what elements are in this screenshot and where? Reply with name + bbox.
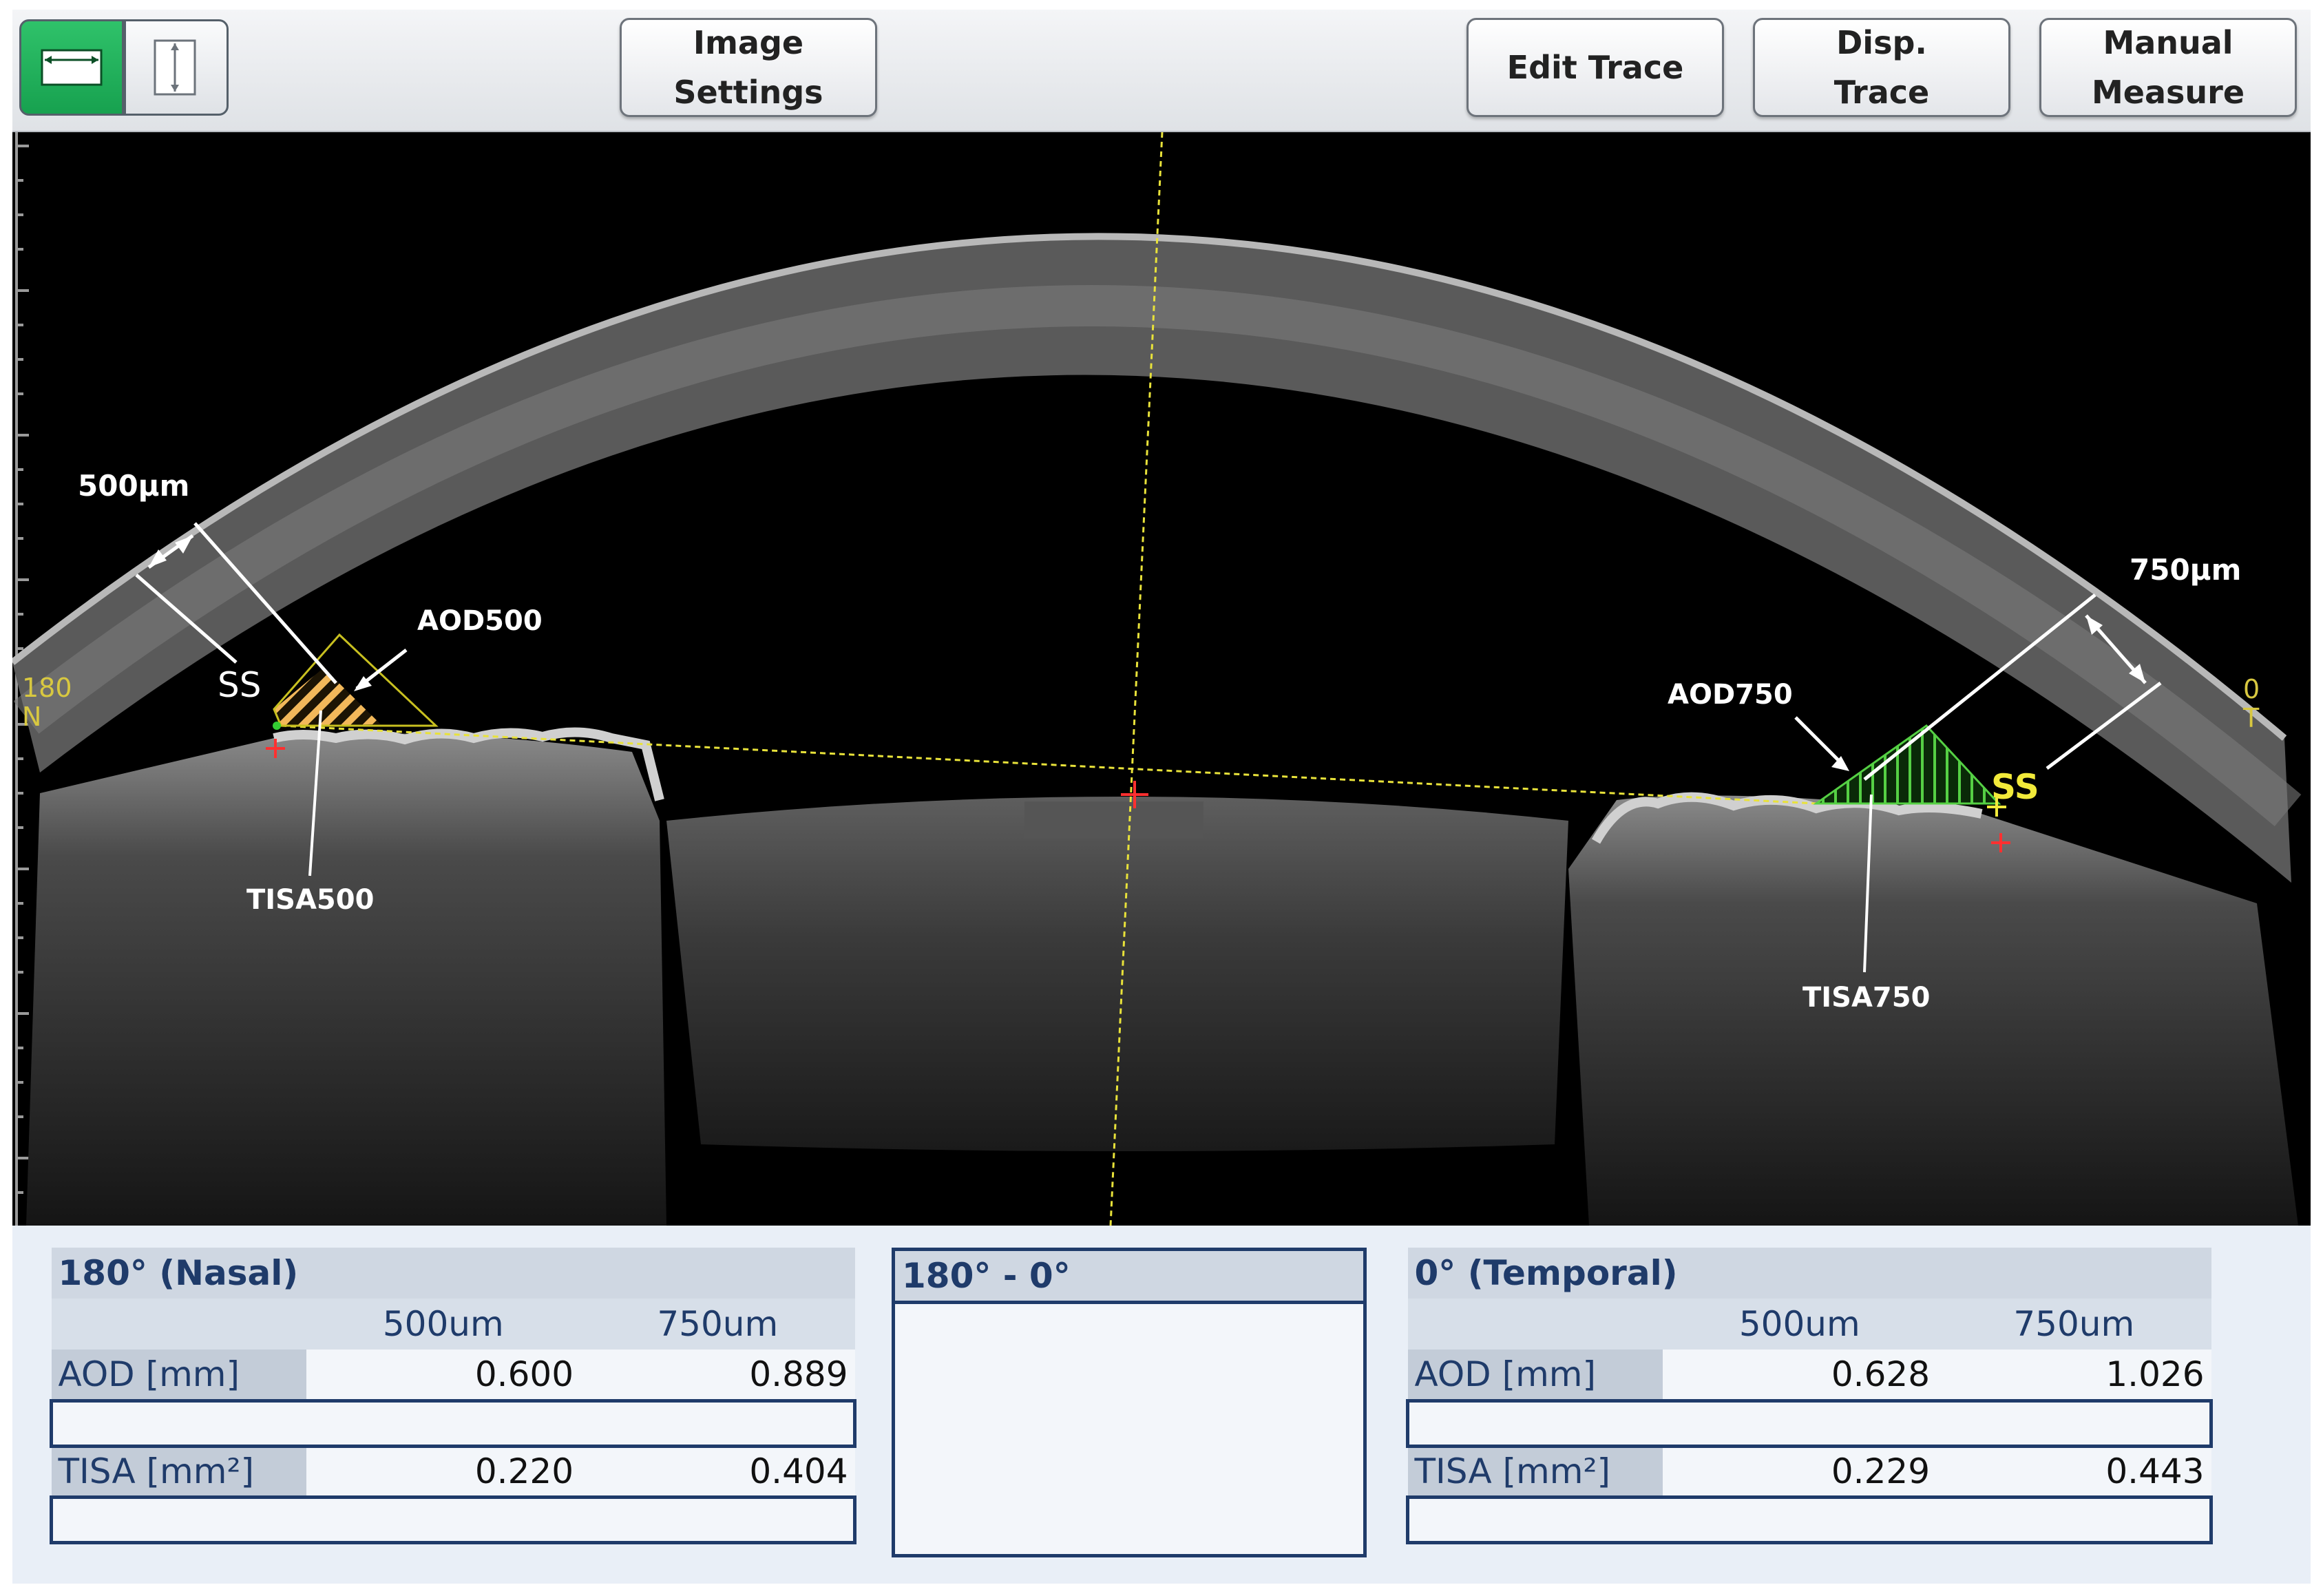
label-750um: 750µm	[2130, 553, 2241, 587]
oct-scan-image: 500µm 750µm AOD500 AOD750 TISA500 TISA75…	[12, 132, 2302, 1226]
temporal-col-750: 750um	[1937, 1299, 2211, 1350]
lens-center-marker	[1024, 801, 1203, 839]
toolbar: Image Settings Edit Trace Disp. Trace Ma…	[12, 10, 2311, 132]
vertical-view-toggle[interactable]	[124, 19, 229, 116]
temporal-col-500: 500um	[1662, 1299, 1937, 1350]
temporal-aod-blank-row	[1406, 1398, 2213, 1448]
temporal-tisa-750: 0.443	[1937, 1446, 2211, 1497]
image-settings-button[interactable]: Image Settings	[620, 18, 877, 117]
temporal-measurements-table: 0° (Temporal) 500um 750um AOD [mm] 0.628…	[1406, 1248, 2213, 1544]
nasal-measurements-table: 180° (Nasal) 500um 750um AOD [mm] 0.600 …	[50, 1248, 856, 1544]
nasal-corner	[51, 1299, 306, 1350]
horizontal-view-toggle[interactable]	[19, 19, 124, 116]
label-angle-temporal: 0	[2243, 674, 2260, 704]
label-aod500: AOD500	[417, 605, 543, 637]
temporal-aod-label: AOD [mm]	[1407, 1350, 1663, 1400]
nasal-aod-500: 0.600	[306, 1350, 580, 1400]
label-aod750: AOD750	[1668, 679, 1793, 711]
temporal-title: 0° (Temporal)	[1407, 1248, 2211, 1299]
nasal-title: 180° (Nasal)	[51, 1248, 855, 1299]
temporal-tisa-blank-row	[1406, 1495, 2213, 1544]
nasal-tisa-label: TISA [mm²]	[51, 1446, 306, 1497]
horizontal-caliper-icon	[41, 49, 103, 86]
nasal-tisa-blank-row	[50, 1495, 856, 1544]
nasal-aod-blank-row	[50, 1398, 856, 1448]
iris-temporal	[1568, 795, 2298, 1226]
label-tisa750: TISA750	[1802, 982, 1930, 1014]
disp-trace-button[interactable]: Disp. Trace	[1753, 18, 2010, 117]
temporal-aod-500: 0.628	[1662, 1350, 1937, 1400]
label-500um: 500µm	[78, 469, 189, 503]
label-angle-nasal: 180	[22, 673, 72, 703]
temporal-tisa-500: 0.229	[1662, 1446, 1937, 1497]
nasal-aod-750: 0.889	[580, 1350, 855, 1400]
oct-image-viewer[interactable]: 500µm 750µm AOD500 AOD750 TISA500 TISA75…	[12, 132, 2311, 1226]
nasal-col-750: 750um	[580, 1299, 855, 1350]
iris-nasal	[26, 733, 666, 1226]
label-tisa500: TISA500	[246, 884, 374, 916]
label-direction-temporal: T	[2242, 703, 2260, 733]
ss-point-nasal	[273, 722, 281, 730]
nasal-aod-label: AOD [mm]	[51, 1350, 306, 1400]
vertical-caliper-icon	[154, 39, 196, 96]
difference-panel: 180° - 0°	[892, 1248, 1367, 1557]
nasal-col-500: 500um	[306, 1299, 580, 1350]
manual-measure-button[interactable]: Manual Measure	[2039, 18, 2297, 117]
pointer-aod750	[1794, 716, 1845, 767]
temporal-tisa-label: TISA [mm²]	[1407, 1446, 1663, 1497]
nasal-tisa-500: 0.220	[306, 1446, 580, 1497]
label-ss-nasal: SS	[218, 665, 261, 705]
temporal-corner	[1407, 1299, 1663, 1350]
label-ss-temporal: SS	[1991, 767, 2039, 807]
temporal-aod-750: 1.026	[1937, 1350, 2211, 1400]
difference-title: 180° - 0°	[895, 1251, 1363, 1304]
label-direction-nasal: N	[22, 702, 41, 732]
nasal-tisa-750: 0.404	[580, 1446, 855, 1497]
edit-trace-button[interactable]: Edit Trace	[1467, 18, 1724, 117]
tisa500-area	[274, 668, 381, 726]
